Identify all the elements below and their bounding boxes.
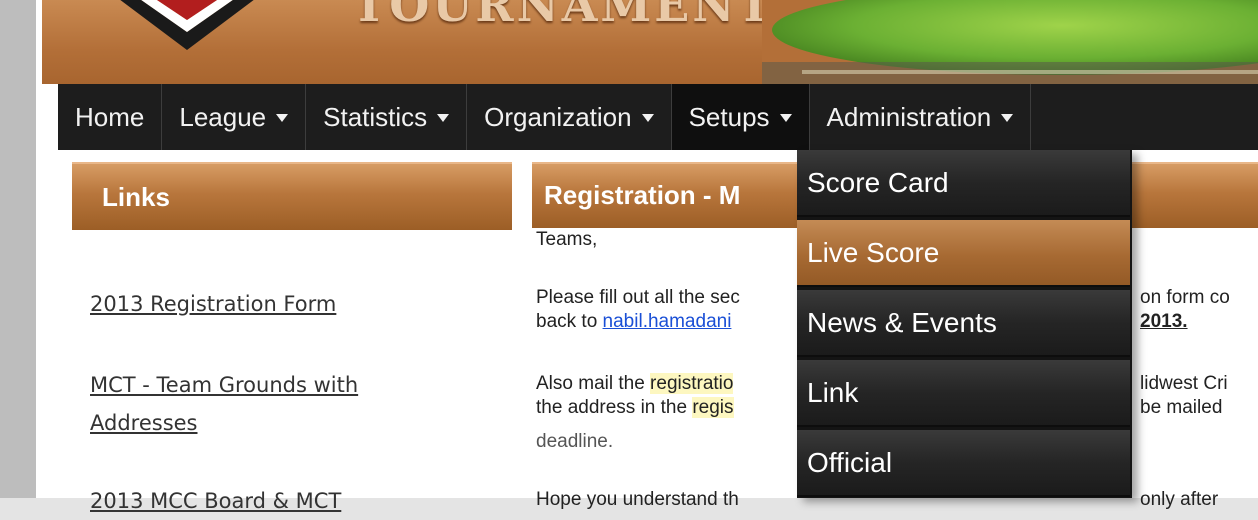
menu-item-live-score[interactable]: Live Score	[797, 220, 1130, 287]
nav-league[interactable]: League	[162, 84, 307, 150]
links-panel-title: Links	[102, 182, 170, 212]
para3-line1: Hope you understand th	[536, 489, 739, 510]
nav-statistics[interactable]: Statistics	[306, 84, 468, 150]
caret-down-icon	[1001, 114, 1014, 122]
registration-panel-title: Registration - M	[544, 180, 741, 210]
left-gutter	[0, 0, 36, 498]
nav-administration[interactable]: Administration	[810, 84, 1032, 150]
para2-right2: be mailed	[1140, 397, 1223, 418]
caret-down-icon	[437, 114, 450, 122]
para2-line2-text: the address in the	[536, 397, 693, 418]
nav-organization[interactable]: Organization	[467, 84, 672, 150]
caret-down-icon	[641, 114, 654, 122]
para1-line2: back to nabil.hamadani	[536, 310, 731, 334]
nav-league-label: League	[179, 101, 267, 132]
para2-line2: the address in the regis	[536, 396, 734, 420]
menu-item-score-card[interactable]: Score Card	[797, 150, 1130, 217]
para2-line3: deadline.	[536, 431, 614, 452]
nav-statistics-label: Statistics	[323, 101, 428, 132]
caret-down-icon	[779, 114, 792, 122]
para2-line2-highlight: regis	[692, 397, 734, 418]
para2-line1-text: Also mail the	[536, 373, 651, 394]
para1-right2: 2013.	[1140, 311, 1188, 332]
para3-right1: only after	[1140, 489, 1219, 510]
link-registration-form[interactable]: 2013 Registration Form	[90, 285, 336, 323]
banner-title: TOURNAMENT	[352, 0, 775, 32]
para1-prefix: back to	[536, 311, 603, 332]
para1-right1: on form co	[1140, 287, 1230, 308]
greeting-text: Teams,	[536, 229, 598, 250]
link-board[interactable]: 2013 MCC Board & MCT	[90, 482, 341, 520]
nav-home-label: Home	[75, 101, 145, 132]
stadium-image	[762, 0, 1258, 84]
nav-setups[interactable]: Setups	[671, 84, 810, 150]
para1-line1: Please fill out all the sec	[536, 287, 740, 308]
links-panel-header: Links	[72, 162, 512, 230]
caret-down-icon	[276, 114, 289, 122]
setups-dropdown-menu: Score Card Live Score News & Events Link…	[797, 150, 1132, 498]
para2-line1: Also mail the registratio	[536, 372, 734, 396]
link-team-grounds[interactable]: MCT - Team Grounds with	[90, 366, 358, 404]
para2-line1-highlight: registratio	[650, 373, 734, 394]
menu-item-official[interactable]: Official	[797, 430, 1130, 497]
nav-organization-label: Organization	[484, 101, 632, 132]
menu-item-news-events[interactable]: News & Events	[797, 290, 1130, 357]
header-banner: TOURNAMENT	[42, 0, 1258, 84]
league-logo-icon	[120, 0, 254, 50]
nav-setups-label: Setups	[688, 101, 770, 132]
nav-administration-label: Administration	[826, 101, 992, 132]
menu-item-link[interactable]: Link	[797, 360, 1130, 427]
para2-right1: lidwest Cri	[1140, 373, 1228, 394]
nav-home[interactable]: Home	[58, 84, 163, 150]
link-team-grounds-cont[interactable]: Addresses	[90, 404, 198, 442]
main-nav: Home League Statistics Organization Setu…	[58, 84, 1258, 150]
email-link[interactable]: nabil.hamadani	[603, 311, 732, 332]
